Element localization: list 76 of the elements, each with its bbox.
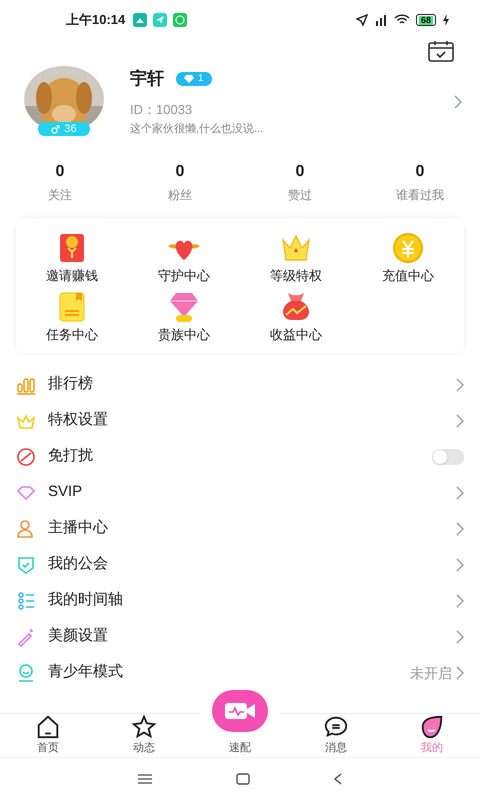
chevron-right-icon [454, 94, 462, 109]
video-match-button[interactable] [212, 690, 268, 732]
user-icon [16, 518, 36, 538]
feature-item[interactable]: 守护中心 [128, 230, 240, 285]
stat-value: 0 [176, 162, 184, 182]
stat-label: 关注 [48, 186, 72, 204]
menu-value: 未开启 [410, 664, 452, 682]
calendar-check-icon[interactable] [428, 40, 454, 62]
level-badge: 1 [176, 72, 212, 86]
chevron-right-icon [456, 378, 464, 392]
chevron-right-icon [456, 630, 464, 644]
feature-item[interactable]: 等级特权 [240, 230, 352, 285]
menu-label: 排行榜 [48, 374, 94, 394]
menu-label: 特权设置 [48, 410, 109, 430]
status-time: 上午10:14 [66, 11, 126, 30]
toggle-switch[interactable] [432, 448, 464, 464]
menu-label: 我的公会 [48, 554, 109, 574]
stat-label: 赞过 [288, 186, 312, 204]
home-square-icon[interactable] [236, 773, 250, 785]
stat-label: 谁看过我 [396, 186, 444, 204]
chevron-right-icon [456, 522, 464, 536]
menu-item[interactable]: 我的时间轴 [0, 582, 480, 618]
gender-age-badge: 36 [38, 122, 90, 136]
menu-label: 主播中心 [48, 518, 109, 538]
stat-value: 0 [416, 162, 424, 182]
feature-item[interactable]: 收益中心 [240, 289, 352, 344]
app-notification-icon [133, 13, 148, 27]
battery-indicator: 68 [416, 14, 436, 26]
back-icon[interactable] [334, 773, 342, 785]
chevron-right-icon [456, 594, 464, 608]
stat-value: 0 [296, 162, 304, 182]
chevron-right-icon [456, 558, 464, 572]
menu-label: 美颜设置 [48, 626, 109, 646]
child-face-icon [16, 662, 36, 682]
tab[interactable]: 消息 [288, 714, 384, 758]
feature-item[interactable]: 充值中心 [352, 230, 464, 285]
charging-icon [442, 14, 450, 26]
menu-label: 免打扰 [48, 446, 94, 466]
magic-wand-icon [16, 626, 36, 646]
tab[interactable]: 速配 [229, 740, 251, 758]
tab[interactable]: 首页 [0, 714, 96, 758]
user-id: ID：10033 [130, 100, 194, 118]
male-icon [51, 124, 60, 134]
menu-item[interactable]: 排行榜 [0, 366, 480, 402]
send-notification-icon [153, 13, 168, 27]
menu-item[interactable]: 我的公会 [0, 546, 480, 582]
no-entry-icon [16, 446, 36, 466]
feature-item[interactable]: 贵族中心 [128, 289, 240, 344]
tab[interactable]: 动态 [96, 714, 192, 758]
menu-label: 青少年模式 [48, 662, 124, 682]
chevron-right-icon [456, 666, 464, 680]
signal-icon [374, 14, 388, 26]
user-name: 宇轩 [130, 68, 164, 90]
user-bio: 这个家伙很懒,什么也没说... [130, 122, 264, 137]
chevron-right-icon [456, 414, 464, 428]
stat-value: 0 [56, 162, 64, 182]
menu-label: 我的时间轴 [48, 590, 124, 610]
menu-item[interactable]: SVIP [0, 474, 480, 510]
wifi-icon [394, 14, 410, 26]
stat-label: 粉丝 [168, 186, 192, 204]
menu-label: SVIP [48, 482, 84, 502]
menu-item[interactable]: 免打扰 [0, 438, 480, 474]
feature-item[interactable]: 邀请赚钱 [16, 230, 128, 285]
menu-item[interactable]: 主播中心 [0, 510, 480, 546]
shield-icon [16, 554, 36, 574]
video-camera-icon [224, 701, 256, 721]
location-icon [356, 14, 368, 26]
chevron-right-icon [456, 486, 464, 500]
menu-item[interactable]: 青少年模式 未开启 [0, 654, 480, 690]
menu-item[interactable]: 特权设置 [0, 402, 480, 438]
diamond-icon [184, 74, 194, 83]
menu-item[interactable]: 美颜设置 [0, 618, 480, 654]
star-icon [130, 714, 158, 740]
feature-item[interactable]: 任务中心 [16, 289, 128, 344]
timeline-icon [16, 590, 36, 610]
menu-icon[interactable] [138, 774, 152, 784]
